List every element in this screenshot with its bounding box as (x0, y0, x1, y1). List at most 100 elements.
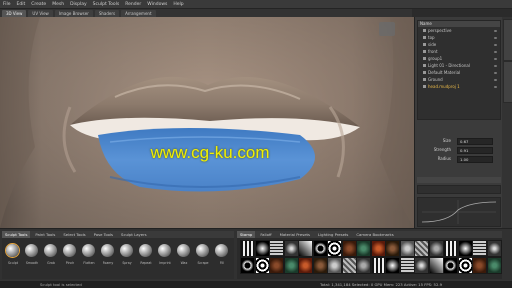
stamp-thumb[interactable] (370, 240, 386, 257)
tools-tab[interactable]: Paint Tools (32, 231, 58, 238)
stamp-thumb[interactable] (356, 257, 371, 274)
menu-item[interactable]: Sculpt Tools (93, 1, 120, 8)
stamp-thumb[interactable] (399, 257, 415, 274)
outliner-row[interactable]: perspective (418, 27, 500, 34)
stamp-thumb[interactable] (443, 240, 458, 257)
tools-tab[interactable]: Sculpt Layers (118, 231, 150, 238)
brush-icon[interactable] (82, 244, 95, 257)
stamp-thumb[interactable] (486, 257, 502, 274)
stamp-thumb[interactable] (428, 257, 444, 274)
stamp-thumb[interactable] (283, 240, 299, 257)
stamp-thumb[interactable] (457, 257, 473, 274)
visibility-icon[interactable] (494, 36, 497, 39)
menu-item[interactable]: Render (125, 1, 141, 8)
stamp-tab[interactable]: Falloff (257, 231, 274, 238)
side-tab-layers[interactable] (503, 61, 512, 103)
stamp-thumb[interactable] (385, 257, 400, 274)
stamp-tab[interactable]: Camera Bookmarks (353, 231, 396, 238)
side-tab-object-list[interactable] (503, 19, 512, 61)
brush-icon[interactable] (44, 244, 57, 257)
visibility-icon[interactable] (494, 57, 497, 60)
stamp-thumb[interactable] (240, 257, 255, 274)
brush-icon[interactable] (215, 244, 228, 257)
outliner-row[interactable]: head.mudproj 1 (418, 83, 500, 90)
view-tab[interactable]: 3D View (2, 10, 27, 17)
view-tab[interactable]: Arrangement (121, 10, 156, 17)
stamp-thumb[interactable] (240, 240, 255, 257)
menu-item[interactable]: Edit (17, 1, 26, 8)
stamp-thumb[interactable] (269, 240, 284, 257)
property-field[interactable]: 0.67 (457, 138, 493, 145)
stamp-tab[interactable]: Lighting Presets (315, 231, 351, 238)
brush-icon[interactable] (177, 244, 190, 257)
stamp-thumb[interactable] (298, 257, 313, 274)
brush-icon[interactable] (196, 244, 209, 257)
stamp-thumb[interactable] (457, 240, 473, 257)
brush-icon[interactable] (139, 244, 152, 257)
visibility-icon[interactable] (494, 29, 497, 32)
stamp-thumb[interactable] (370, 257, 386, 274)
menu-item[interactable]: Windows (147, 1, 167, 8)
brush-icon[interactable] (101, 244, 114, 257)
stamp-thumb[interactable] (356, 240, 371, 257)
menu-item[interactable]: Help (173, 1, 183, 8)
view-tab[interactable]: Shaders (94, 10, 120, 17)
stamp-tab[interactable]: Material Presets (277, 231, 313, 238)
stamp-thumb[interactable] (414, 257, 429, 274)
stamp-thumb[interactable] (327, 257, 342, 274)
property-field[interactable]: 1.00 (457, 156, 493, 163)
menu-item[interactable]: Mesh (52, 1, 64, 8)
outliner-row[interactable]: Ground (418, 76, 500, 83)
stamp-tab[interactable]: Stamp (237, 231, 256, 238)
brush-icon[interactable] (6, 244, 19, 257)
stamp-thumb[interactable] (472, 257, 487, 274)
tools-tab[interactable]: Select Tools (60, 231, 88, 238)
brush-icon[interactable] (158, 244, 171, 257)
view-tab[interactable]: UV View (28, 10, 53, 17)
stamp-thumb[interactable] (399, 240, 415, 257)
outliner-row[interactable]: Light 01 - Directional (418, 62, 500, 69)
outliner-row[interactable]: group1 (418, 55, 500, 62)
tools-tab[interactable]: Sculpt Tools (2, 231, 31, 238)
stamp-thumb[interactable] (385, 240, 400, 257)
outliner-row[interactable]: front (418, 48, 500, 55)
stamp-thumb[interactable] (414, 240, 429, 257)
falloff-curve[interactable] (417, 197, 501, 227)
visibility-icon[interactable] (494, 43, 497, 46)
stamp-thumb[interactable] (298, 240, 313, 257)
outliner-row[interactable]: side (418, 41, 500, 48)
stamp-thumb[interactable] (341, 257, 357, 274)
menu-item[interactable]: File (3, 1, 11, 8)
camera-icon[interactable] (379, 22, 395, 36)
brush-icon[interactable] (120, 244, 133, 257)
visibility-icon[interactable] (494, 71, 497, 74)
tools-tab[interactable]: Pose Tools (91, 231, 116, 238)
menu-item[interactable]: Create (31, 1, 46, 8)
stamp-thumb[interactable] (254, 257, 270, 274)
stamp-thumb[interactable] (486, 240, 502, 257)
outliner-row[interactable]: Default Material (418, 69, 500, 76)
visibility-icon[interactable] (494, 85, 497, 88)
visibility-icon[interactable] (494, 64, 497, 67)
brush-icon[interactable] (63, 244, 76, 257)
stamp-thumb[interactable] (283, 257, 299, 274)
stamp-thumb[interactable] (312, 240, 328, 257)
stamp-thumb[interactable] (269, 257, 284, 274)
stamp-thumb[interactable] (428, 240, 444, 257)
stamp-thumb[interactable] (472, 240, 487, 257)
stamp-thumb[interactable] (327, 240, 342, 257)
stamp-tray: Stamp Falloff Material Presets Lighting Pre… (237, 231, 502, 279)
property-field[interactable]: 0.91 (457, 147, 493, 154)
menu-item[interactable]: Display (70, 1, 87, 8)
outliner-row[interactable]: top (418, 34, 500, 41)
3d-viewport[interactable]: www.cg-ku.com (0, 17, 414, 228)
brush-icon[interactable] (25, 244, 38, 257)
stamp-thumb[interactable] (341, 240, 357, 257)
view-tab[interactable]: Image Browser (54, 10, 93, 17)
stamp-thumb[interactable] (312, 257, 328, 274)
stamp-thumb[interactable] (254, 240, 270, 257)
stamp-thumb[interactable] (443, 257, 458, 274)
visibility-icon[interactable] (494, 78, 497, 81)
option-field[interactable] (417, 185, 501, 194)
visibility-icon[interactable] (494, 50, 497, 53)
